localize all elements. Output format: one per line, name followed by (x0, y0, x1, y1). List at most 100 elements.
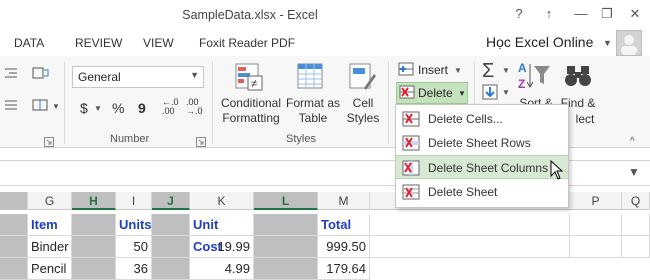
cell-units[interactable]: 36 (116, 258, 152, 280)
cell-total[interactable]: 179.64 (318, 258, 370, 280)
worksheet-grid[interactable]: Item Units Unit Cost Total Binder 50 19.… (0, 210, 650, 280)
column-header-l[interactable]: L (254, 192, 318, 210)
tab-review[interactable]: REVIEW (75, 36, 122, 50)
binoculars-icon (564, 62, 592, 93)
cell-total[interactable]: 999.50 (318, 236, 370, 258)
grid-cell[interactable] (152, 236, 190, 258)
column-header-f[interactable] (0, 192, 28, 210)
grid-cell[interactable] (0, 236, 28, 258)
column-header-h[interactable]: H (72, 192, 116, 210)
column-header-q[interactable]: Q (622, 192, 650, 210)
grid-cell[interactable] (622, 214, 650, 236)
grid-cell[interactable] (254, 214, 318, 236)
header-units[interactable]: Units (116, 214, 152, 236)
column-header-p[interactable]: P (570, 192, 622, 210)
merge-dropdown-icon[interactable]: ▼ (52, 102, 60, 111)
user-icon (621, 35, 637, 55)
grid-cell[interactable] (0, 214, 28, 236)
column-header-j[interactable]: J (152, 192, 190, 210)
styles-group-label: Styles (286, 133, 316, 145)
expand-formula-bar-icon[interactable]: ▼ (628, 165, 640, 179)
tab-foxit-reader-pdf[interactable]: Foxit Reader PDF (199, 36, 295, 50)
grid-cell[interactable] (370, 214, 570, 236)
comma-style-button[interactable]: 9 (138, 100, 146, 116)
grid-cell[interactable] (152, 214, 190, 236)
grid-cell[interactable] (622, 236, 650, 258)
ribbon-display-icon[interactable]: ↑ (540, 6, 558, 21)
insert-dropdown-icon[interactable]: ▼ (454, 66, 462, 75)
restore-icon[interactable]: ❐ (598, 6, 616, 22)
fill-icon[interactable] (482, 84, 498, 103)
alignment-launcher-icon[interactable] (44, 136, 54, 150)
increase-decimal-button[interactable]: ←.0 .00 (162, 98, 184, 116)
grid-cell[interactable] (72, 258, 116, 280)
header-item[interactable]: Item (28, 214, 72, 236)
account-name[interactable]: Học Excel Online (486, 34, 593, 50)
grid-cell[interactable] (72, 236, 116, 258)
indent-icon[interactable] (4, 66, 18, 83)
window-title: SampleData.xlsx - Excel (182, 8, 318, 22)
delete-sheet-icon (402, 184, 420, 200)
number-group-label: Number (110, 133, 150, 145)
autosum-icon[interactable]: Σ (482, 60, 494, 83)
currency-dropdown-icon[interactable]: ▼ (94, 104, 102, 113)
conditional-formatting-button[interactable]: Conditional Formatting (212, 96, 290, 126)
delete-columns-icon (402, 160, 420, 176)
menu-item-label: Delete Cells... (428, 112, 503, 126)
column-header-k[interactable]: K (190, 192, 254, 210)
close-icon[interactable]: ✕ (626, 6, 644, 22)
grid-cell[interactable] (72, 214, 116, 236)
percent-button[interactable]: % (112, 100, 124, 116)
fill-dropdown-icon[interactable]: ▼ (502, 88, 510, 97)
help-icon[interactable]: ? (510, 6, 528, 21)
delete-icon (399, 85, 415, 102)
svg-text:≠: ≠ (251, 78, 257, 90)
delete-button[interactable]: Delete (418, 86, 453, 100)
grid-cell[interactable] (152, 258, 190, 280)
grid-cell[interactable] (254, 236, 318, 258)
find-select-label-tail: lect (575, 112, 595, 126)
cell-styles-button[interactable]: Cell Styles (340, 96, 386, 126)
insert-button[interactable]: Insert (418, 63, 448, 77)
cell-unit-cost[interactable]: 19.99 (190, 236, 254, 258)
avatar[interactable] (616, 30, 642, 56)
format-as-table-icon (296, 62, 326, 95)
svg-text:Z: Z (518, 77, 525, 91)
tab-view[interactable]: VIEW (143, 36, 174, 50)
header-total[interactable]: Total (318, 214, 370, 236)
grid-cell[interactable] (370, 236, 570, 258)
menu-item-delete-cells[interactable]: Delete Cells... (396, 107, 568, 131)
group-separator (64, 62, 65, 144)
column-header-g[interactable]: G (28, 192, 72, 210)
account-dropdown-icon[interactable]: ▼ (603, 38, 612, 48)
grid-cell[interactable] (570, 236, 622, 258)
group-separator (388, 62, 389, 144)
merge-center-icon[interactable] (32, 98, 50, 117)
cell-item[interactable]: Pencil (28, 258, 72, 280)
autosum-dropdown-icon[interactable]: ▼ (502, 66, 510, 75)
menu-item-delete-sheet[interactable]: Delete Sheet (396, 180, 568, 204)
grid-cell[interactable] (570, 214, 622, 236)
cell-unit-cost[interactable]: 4.99 (190, 258, 254, 280)
column-header-i[interactable]: I (116, 192, 152, 210)
number-launcher-icon[interactable] (196, 136, 206, 150)
tab-data[interactable]: DATA (14, 36, 44, 50)
wrap-text-icon[interactable] (32, 66, 50, 85)
align-icon[interactable] (4, 98, 18, 115)
number-format-select[interactable]: General ▼ (72, 66, 204, 88)
grid-cell[interactable] (0, 258, 28, 280)
sort-filter-icon: A Z (518, 60, 552, 95)
grid-cell[interactable] (254, 258, 318, 280)
minimize-icon[interactable]: — (572, 6, 590, 21)
menu-item-delete-sheet-columns[interactable]: Delete Sheet Columns (396, 155, 568, 179)
format-as-table-button[interactable]: Format as Table (282, 96, 344, 126)
column-header-m[interactable]: M (318, 192, 370, 210)
header-unit-cost[interactable]: Unit Cost (190, 214, 254, 254)
cell-item[interactable]: Binder (28, 236, 72, 258)
collapse-ribbon-icon[interactable]: ^ (630, 136, 635, 147)
currency-button[interactable]: $ (80, 100, 88, 116)
delete-dropdown-icon[interactable]: ▼ (458, 89, 466, 98)
menu-item-delete-sheet-rows[interactable]: Delete Sheet Rows (396, 131, 568, 155)
decrease-decimal-button[interactable]: .00 →.0 (186, 98, 210, 116)
cell-units[interactable]: 50 (116, 236, 152, 258)
